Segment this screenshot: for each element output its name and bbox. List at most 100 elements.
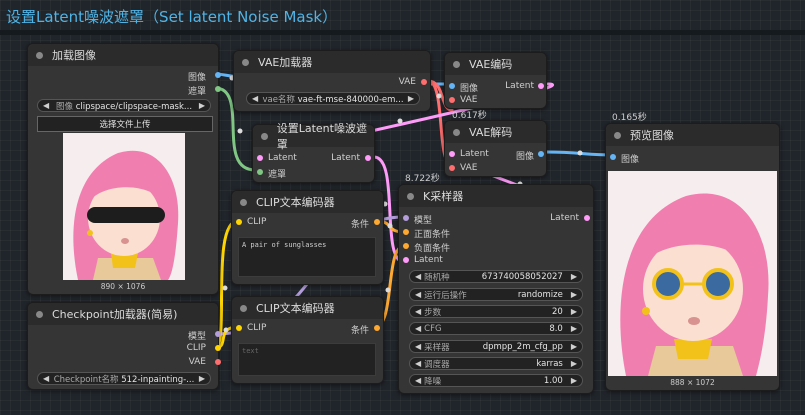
output-vae-label: VAE <box>188 357 206 367</box>
image-select-widget[interactable]: ◀ 图像 clipspace/clipspace-mask... ▶ <box>37 99 211 112</box>
prompt-textarea[interactable]: A pair of sunglasses <box>238 237 376 277</box>
textarea-placeholder: text <box>242 347 259 355</box>
set-latent-noise-mask-node[interactable]: 设置Latent噪波遮罩 Latent Latent 遮罩 <box>252 122 375 183</box>
vae-loader-node[interactable]: VAE加载器 VAE ◀ vae名称 vae-ft-mse-840000-em.… <box>233 50 431 112</box>
scheduler-widget[interactable]: ◀ 调度器 karras ▶ <box>409 357 583 370</box>
input-mask-label: 遮罩 <box>268 170 287 180</box>
output-conditioning-label: 条件 <box>350 326 369 336</box>
output-mask-pin[interactable] <box>215 86 221 92</box>
node-collapse-dot[interactable] <box>261 132 268 140</box>
seed-widget[interactable]: ◀ 随机种 673740058052027 ▶ <box>409 270 583 283</box>
arrow-left-icon[interactable]: ◀ <box>415 290 421 299</box>
output-model-pin[interactable] <box>215 331 221 337</box>
output-latent-label: Latent <box>505 81 534 91</box>
output-latent-pin[interactable] <box>538 83 544 89</box>
arrow-left-icon[interactable]: ◀ <box>415 359 421 368</box>
input-model-pin[interactable] <box>403 215 409 221</box>
arrow-right-icon[interactable]: ▶ <box>571 272 577 281</box>
load-image-node[interactable]: 加载图像 图像 遮罩 ◀ 图像 clipspace/clipspace-mask… <box>27 43 221 295</box>
input-vae-label: VAE <box>460 95 478 105</box>
input-clip-label: CLIP <box>247 323 267 333</box>
node-title: 预览图像 <box>630 129 674 142</box>
clip-text-encode-negative-node[interactable]: CLIP文本编码器 CLIP 条件 text <box>231 296 384 384</box>
input-latent-label: Latent <box>414 255 443 265</box>
output-image-label: 图像 <box>187 73 206 83</box>
arrow-left-icon[interactable]: ◀ <box>415 324 421 333</box>
cfg-widget[interactable]: ◀ CFG 8.0 ▶ <box>409 322 583 335</box>
node-collapse-dot[interactable] <box>242 58 249 66</box>
control-after-generate-widget[interactable]: ◀ 运行后操作 randomize ▶ <box>409 288 583 301</box>
output-latent-pin[interactable] <box>365 155 371 161</box>
upload-button[interactable]: 选择文件上传 <box>37 116 213 132</box>
arrow-right-icon[interactable]: ▶ <box>408 94 414 103</box>
arrow-left-icon[interactable]: ◀ <box>43 101 49 110</box>
input-image-preview <box>63 133 185 280</box>
vae-name-widget[interactable]: ◀ vae名称 vae-ft-mse-840000-em... ▶ <box>246 92 420 105</box>
node-title: CLIP文本编码器 <box>256 302 335 315</box>
output-conditioning-pin[interactable] <box>374 325 380 331</box>
output-conditioning-pin[interactable] <box>374 219 380 225</box>
input-clip-pin[interactable] <box>236 325 242 331</box>
input-positive-pin[interactable] <box>403 229 409 235</box>
output-image-pin[interactable] <box>215 72 221 78</box>
arrow-left-icon[interactable]: ◀ <box>415 307 421 316</box>
clip-text-encode-positive-node[interactable]: CLIP文本编码器 CLIP 条件 A pair of sunglasses <box>231 190 384 285</box>
input-image-label: 图像 <box>460 84 479 94</box>
output-image-preview <box>608 171 777 376</box>
node-title: VAE加载器 <box>258 56 313 69</box>
arrow-left-icon[interactable]: ◀ <box>252 94 258 103</box>
input-clip-label: CLIP <box>247 217 267 227</box>
vae-decode-node[interactable]: VAE解码 Latent 图像 VAE <box>444 120 547 177</box>
node-collapse-dot[interactable] <box>240 198 247 206</box>
input-latent-pin[interactable] <box>403 257 409 263</box>
node-collapse-dot[interactable] <box>36 51 43 59</box>
negative-prompt-textarea[interactable]: text <box>238 343 376 376</box>
node-collapse-dot[interactable] <box>36 310 43 318</box>
arrow-right-icon[interactable]: ▶ <box>571 290 577 299</box>
arrow-left-icon[interactable]: ◀ <box>415 272 421 281</box>
arrow-right-icon[interactable]: ▶ <box>199 374 205 383</box>
input-latent-pin[interactable] <box>449 151 455 157</box>
denoise-widget[interactable]: ◀ 降噪 1.00 ▶ <box>409 374 583 387</box>
vae-encode-node[interactable]: VAE编码 图像 Latent VAE <box>444 52 547 109</box>
input-mask-pin[interactable] <box>257 169 263 175</box>
arrow-right-icon[interactable]: ▶ <box>571 342 577 351</box>
input-image-pin[interactable] <box>610 154 616 160</box>
ksampler-time-badge: 8.722秒 <box>405 174 440 184</box>
output-clip-pin[interactable] <box>215 345 221 351</box>
preview-image-node[interactable]: 预览图像 图像 888 × 1072 <box>605 123 780 391</box>
ksampler-node[interactable]: K采样器 模型 Latent 正面条件 负面条件 Latent ◀ 随机种 6737… <box>398 184 594 394</box>
node-collapse-dot[interactable] <box>407 192 414 200</box>
sampler-widget[interactable]: ◀ 采样器 dpmpp_2m_cfg_pp ▶ <box>409 340 583 353</box>
input-image-pin[interactable] <box>449 83 455 89</box>
node-title: Checkpoint加载器(简易) <box>52 308 178 321</box>
node-collapse-dot[interactable] <box>240 304 247 312</box>
input-clip-pin[interactable] <box>236 219 242 225</box>
node-collapse-dot[interactable] <box>453 128 460 136</box>
arrow-right-icon[interactable]: ▶ <box>571 307 577 316</box>
input-vae-pin[interactable] <box>449 97 455 103</box>
arrow-left-icon[interactable]: ◀ <box>415 376 421 385</box>
checkpoint-loader-node[interactable]: Checkpoint加载器(简易) 模型 CLIP VAE ◀ Checkpoi… <box>27 302 221 390</box>
node-collapse-dot[interactable] <box>453 60 460 68</box>
arrow-right-icon[interactable]: ▶ <box>571 324 577 333</box>
arrow-left-icon[interactable]: ◀ <box>415 342 421 351</box>
input-vae-label: VAE <box>460 163 478 173</box>
output-image-label: 图像 <box>515 152 534 162</box>
node-collapse-dot[interactable] <box>614 131 621 139</box>
checkpoint-name-widget[interactable]: ◀ Checkpoint名称 512-inpainting-... ▶ <box>37 372 211 385</box>
output-image-pin[interactable] <box>538 151 544 157</box>
output-vae-pin[interactable] <box>421 79 427 85</box>
arrow-right-icon[interactable]: ▶ <box>199 101 205 110</box>
preview-time-badge: 0.165秒 <box>612 113 647 123</box>
output-vae-pin[interactable] <box>215 359 221 365</box>
input-latent-pin[interactable] <box>257 155 263 161</box>
output-latent-pin[interactable] <box>584 215 590 221</box>
arrow-left-icon[interactable]: ◀ <box>43 374 49 383</box>
output-model-label: 模型 <box>187 332 206 342</box>
input-negative-pin[interactable] <box>403 243 409 249</box>
arrow-right-icon[interactable]: ▶ <box>571 376 577 385</box>
steps-widget[interactable]: ◀ 步数 20 ▶ <box>409 305 583 318</box>
arrow-right-icon[interactable]: ▶ <box>571 359 577 368</box>
input-vae-pin[interactable] <box>449 165 455 171</box>
